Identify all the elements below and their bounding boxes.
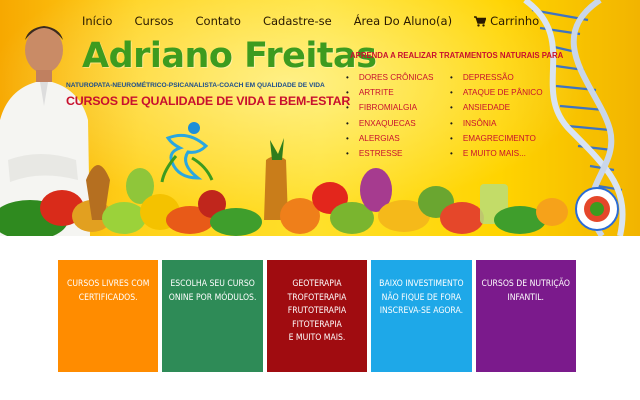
tile-line: INFANTIL. <box>507 292 545 303</box>
tile-line: BAIXO INVESTIMENTO <box>379 279 464 289</box>
list-item: ARTRITE <box>346 85 433 100</box>
tile-line: ONINE POR MÓDULOS. <box>168 292 257 303</box>
nav-item-cursos[interactable]: Cursos <box>134 14 173 28</box>
list-item: ESTRESSE <box>346 146 433 161</box>
tile-line: CURSOS DE NUTRIÇÃO <box>481 279 571 289</box>
tile-line: ESCOLHA SEU CURSO <box>170 279 255 289</box>
ailments-list-right: DEPRESSÃO ATAQUE DE PÂNICO ANSIEDADE INS… <box>450 70 543 161</box>
tile-line: FRUTOTERAPIA <box>287 306 347 317</box>
tile-line: FITOTERAPIA <box>292 319 342 330</box>
certification-seal-icon <box>575 187 619 231</box>
list-item: E MUITO MAIS... <box>450 146 543 161</box>
ailments-list-left: DORES CRÔNICAS ARTRITE FIBROMIALGIA ENXA… <box>346 70 434 161</box>
list-item: DEPRESSÃO <box>450 70 543 85</box>
tile-line: E MUITO MAIS. <box>288 333 346 344</box>
courses-tagline: CURSOS DE QUALIDADE DE VIDA E BEM-ESTAR <box>66 94 351 108</box>
tile-choose-course[interactable]: ESCOLHA SEU CURSO ONINE POR MÓDULOS. <box>162 260 263 372</box>
hero-banner: Início Cursos Contato Cadastre-se Área D… <box>0 0 640 236</box>
cart-label: Carrinho <box>490 14 540 28</box>
nav-item-contato[interactable]: Contato <box>196 14 241 28</box>
tile-certified-courses[interactable]: CURSOS LIVRES COM CERTIFICADOS. <box>58 260 159 372</box>
professional-subtitle: NATUROPATA-NEUROMÉTRICO-PSICANALISTA-COA… <box>66 82 325 89</box>
list-item: ATAQUE DE PÂNICO <box>450 85 543 100</box>
list-item: EMAGRECIMENTO <box>450 131 543 146</box>
main-nav: Início Cursos Contato Cadastre-se Área D… <box>82 14 561 28</box>
treatments-heading: APRENDA A REALIZAR TRATAMENTOS NATURAIS … <box>350 51 564 60</box>
tile-therapies[interactable]: GEOTERAPIA TROFOTERAPIA FRUTOTERAPIA FIT… <box>266 260 368 372</box>
tile-low-investment[interactable]: BAIXO INVESTIMENTO NÃO FIQUE DE FORA INS… <box>371 260 472 372</box>
tile-line: CERTIFICADOS. <box>78 292 138 303</box>
brand-title: Adriano Freitas <box>82 36 377 76</box>
nav-item-area-do-aluno[interactable]: Área Do Aluno(a) <box>354 14 452 28</box>
tile-line: INSCREVA-SE AGORA. <box>379 306 464 317</box>
cart-icon <box>474 15 487 27</box>
tile-line: NÃO FIQUE DE FORA <box>381 292 462 303</box>
list-item: FIBROMIALGIA <box>346 100 433 115</box>
list-item: DORES CRÔNICAS <box>346 70 434 85</box>
list-item: ANSIEDADE <box>450 100 543 115</box>
tile-line: GEOTERAPIA <box>292 279 342 289</box>
nav-item-cadastre-se[interactable]: Cadastre-se <box>263 14 332 28</box>
fitness-logo-icon <box>160 122 214 183</box>
fruits-and-vegetables-image <box>0 138 568 236</box>
tile-child-nutrition[interactable]: CURSOS DE NUTRIÇÃO INFANTIL. <box>475 260 576 372</box>
tile-line: TROFOTERAPIA <box>287 292 347 303</box>
nav-item-carrinho[interactable]: Carrinho <box>474 14 539 28</box>
tile-line: CURSOS LIVRES COM <box>66 279 150 289</box>
list-item: ENXAQUECAS <box>346 116 433 131</box>
list-item: ALERGIAS <box>346 131 433 146</box>
nav-item-inicio[interactable]: Início <box>82 14 112 28</box>
feature-tiles: CURSOS LIVRES COM CERTIFICADOS. ESCOLHA … <box>58 260 576 372</box>
list-item: INSÔNIA <box>450 116 543 131</box>
